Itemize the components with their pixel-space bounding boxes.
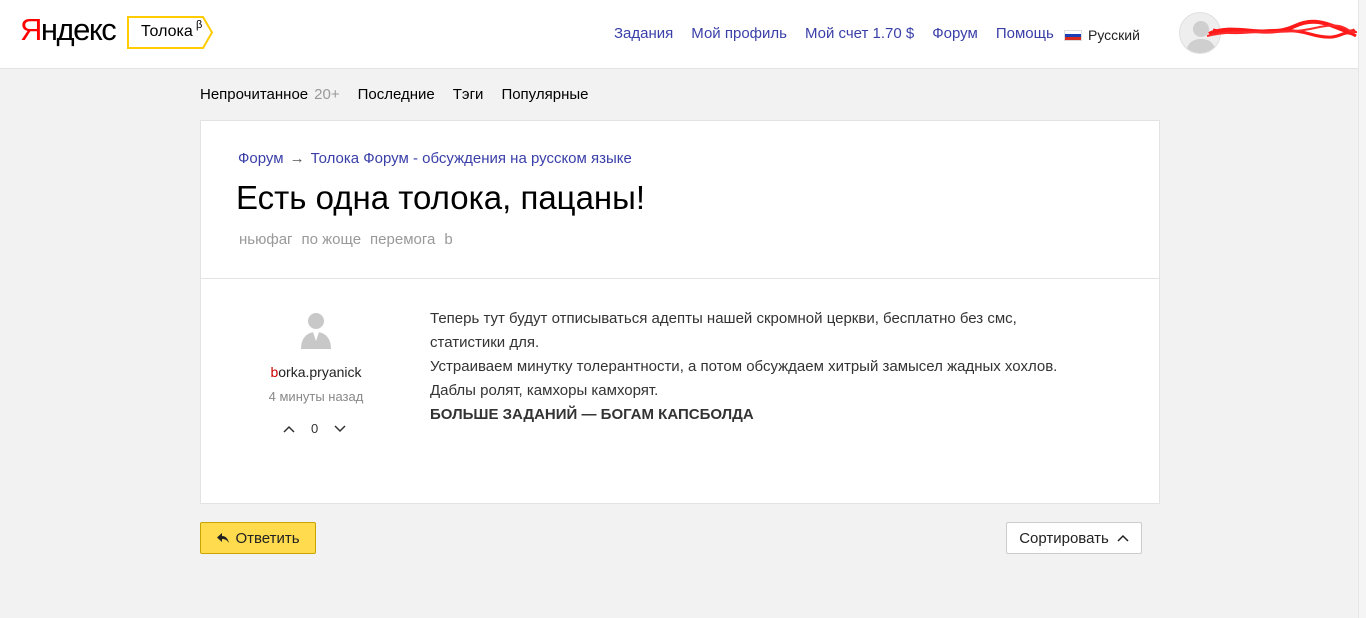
page-title: Есть одна толока, пацаны! (236, 179, 646, 216)
badge-beta: β (196, 19, 203, 31)
russia-flag-icon (1064, 29, 1082, 41)
scrollbar[interactable] (1358, 0, 1366, 618)
sort-button[interactable]: Сортировать (1006, 522, 1142, 554)
tag-item[interactable]: по жоще (302, 231, 362, 248)
crumb-arrow: → (289, 150, 305, 167)
divider (201, 278, 1159, 279)
topic-tags: ньюфаг по жоще перемога b (239, 231, 453, 248)
post-line: Устраиваем минутку толерантности, а пото… (430, 358, 1058, 375)
forum-tabs: Непрочитанное 20+ Последние Тэги Популярн… (200, 86, 588, 103)
redaction-scribble (1206, 19, 1358, 39)
tag-item[interactable]: ньюфаг (239, 231, 293, 248)
post-line: Теперь тут будут отписываться адепты наш… (430, 310, 1017, 351)
chevron-up-icon[interactable] (283, 425, 295, 433)
author-name[interactable]: borka.pryanick (201, 364, 431, 380)
post-bold-line: БОЛЬШЕ ЗАДАНИЙ — БОГАМ КАПСБОЛДА (430, 406, 754, 423)
post-body: Теперь тут будут отписываться адепты наш… (430, 307, 1080, 427)
tab-unread[interactable]: Непрочитанное 20+ (200, 86, 340, 103)
header: Яндекс Толока β Задания Мой профиль Мой … (0, 0, 1358, 69)
tag-item[interactable]: перемога (370, 231, 435, 248)
tab-popular[interactable]: Популярные (501, 86, 588, 103)
breadcrumb: Форум → Толока Форум - обсуждения на русск… (238, 150, 632, 167)
tag-item[interactable]: b (444, 231, 452, 248)
sort-label: Сортировать (1019, 529, 1109, 547)
toloka-badge[interactable]: Толока β (127, 16, 213, 49)
topic-card: Форум → Толока Форум - обсуждения на русск… (200, 120, 1160, 504)
nav-forum[interactable]: Форум (932, 25, 978, 42)
language-selector[interactable]: Русский (1064, 27, 1140, 43)
top-nav: Задания Мой профиль Мой счет 1.70 $ Фору… (614, 25, 1054, 42)
reply-label: Ответить (235, 529, 300, 547)
reply-button[interactable]: Ответить (200, 522, 316, 554)
reply-arrow-icon (217, 533, 230, 543)
vote-count: 0 (311, 421, 319, 436)
chevron-down-icon[interactable] (334, 424, 346, 433)
chevron-up-icon (1117, 534, 1129, 542)
nav-profile[interactable]: Мой профиль (691, 25, 787, 42)
crumb-category[interactable]: Толока Форум - обсуждения на русском язы… (311, 150, 632, 167)
yandex-logo[interactable]: Яндекс (20, 12, 117, 48)
unread-count: 20+ (314, 86, 340, 103)
nav-tasks[interactable]: Задания (614, 25, 673, 42)
crumb-forum[interactable]: Форум (238, 150, 284, 167)
badge-label: Толока (141, 23, 193, 40)
tab-recent[interactable]: Последние (358, 86, 435, 103)
vote-controls: 0 (283, 421, 346, 436)
language-label: Русский (1088, 27, 1140, 43)
post-time: 4 минуты назад (268, 389, 364, 404)
nav-help[interactable]: Помощь (996, 25, 1054, 42)
tab-tags[interactable]: Тэги (453, 86, 484, 103)
post-line: Даблы ролят, камхоры камхорят. (430, 382, 659, 399)
author-avatar-icon[interactable] (300, 311, 332, 351)
nav-account[interactable]: Мой счет 1.70 $ (805, 25, 914, 42)
